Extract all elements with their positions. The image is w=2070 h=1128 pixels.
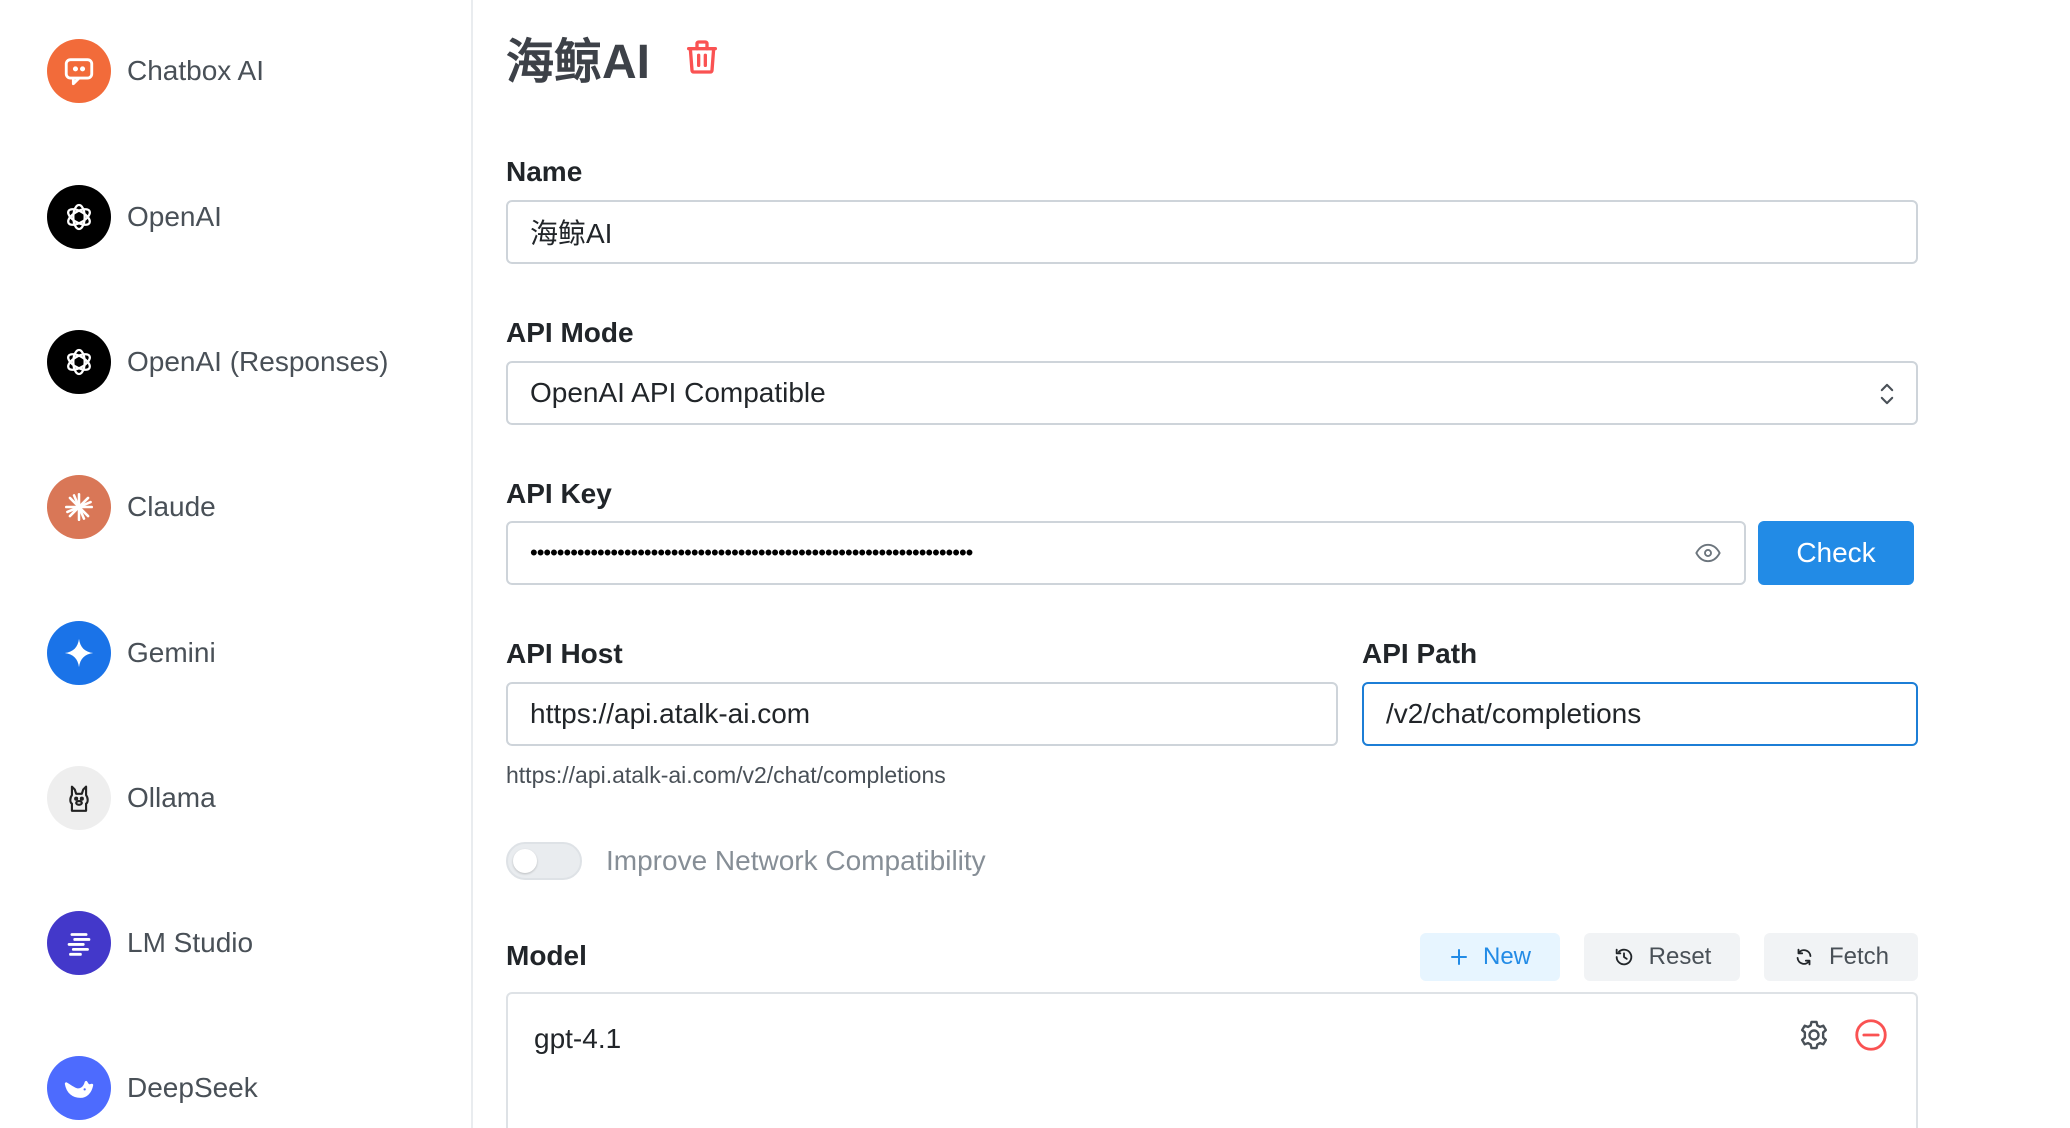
fetch-models-button[interactable]: Fetch <box>1764 933 1918 981</box>
api-path-field[interactable]: /v2/chat/completions <box>1362 682 1918 746</box>
new-model-label: New <box>1482 943 1531 970</box>
trash-icon[interactable] <box>680 33 724 81</box>
provider-label: Chatbox AI <box>127 55 264 86</box>
name-field-value: 海鲸AI <box>530 218 613 249</box>
model-list: gpt-4.1 <box>506 992 1918 1128</box>
provider-label: Gemini <box>127 637 216 668</box>
network-compatibility-row: Improve Network Compatibility <box>506 842 986 880</box>
api-mode-value: OpenAI API Compatible <box>530 377 826 408</box>
provider-item-chatbox-ai[interactable]: Chatbox AI <box>47 38 447 104</box>
name-field[interactable]: 海鲸AI <box>506 200 1918 264</box>
api-host-value: https://api.atalk-ai.com <box>530 698 811 729</box>
eye-icon[interactable] <box>1692 539 1724 574</box>
api-path-value: /v2/chat/completions <box>1386 698 1642 729</box>
check-button[interactable]: Check <box>1758 521 1914 585</box>
provider-label: OpenAI (Responses) <box>127 346 389 377</box>
name-label: Name <box>506 156 583 187</box>
reset-models-label: Reset <box>1648 943 1712 970</box>
gear-icon[interactable] <box>1796 1017 1832 1053</box>
api-mode-select[interactable]: OpenAI API Compatible <box>506 361 1918 425</box>
provider-item-ollama[interactable]: Ollama <box>47 765 447 831</box>
provider-label: OpenAI <box>127 201 222 232</box>
provider-item-lm-studio[interactable]: LM Studio <box>47 910 447 976</box>
plus-icon <box>1449 947 1469 967</box>
fetch-models-label: Fetch <box>1828 943 1890 970</box>
model-name: gpt-4.1 <box>534 1023 622 1054</box>
openai-icon <box>47 330 111 394</box>
full-url-hint: https://api.atalk-ai.com/v2/chat/complet… <box>506 762 946 788</box>
model-actions <box>1796 1016 1890 1054</box>
provider-item-claude[interactable]: Claude <box>47 474 447 540</box>
provider-item-openai-responses[interactable]: OpenAI (Responses) <box>47 329 447 395</box>
chat-bubble-icon <box>47 39 111 103</box>
api-key-value: ••••••••••••••••••••••••••••••••••••••••… <box>530 540 973 565</box>
reset-models-button[interactable]: Reset <box>1584 933 1740 981</box>
model-label: Model <box>506 940 587 971</box>
api-mode-label: API Mode <box>506 317 634 348</box>
provider-label: Ollama <box>127 782 216 813</box>
api-key-field[interactable]: ••••••••••••••••••••••••••••••••••••••••… <box>506 521 1746 585</box>
page-title: 海鲸AI <box>506 36 651 89</box>
title-row: 海鲸AI <box>506 22 724 92</box>
provider-item-deepseek[interactable]: DeepSeek <box>47 1055 447 1121</box>
new-model-button[interactable]: New <box>1420 933 1560 981</box>
api-key-label: API Key <box>506 478 612 509</box>
remove-circle-icon[interactable] <box>1852 1016 1890 1054</box>
provider-item-openai[interactable]: OpenAI <box>47 184 447 250</box>
lmstudio-icon <box>47 911 111 975</box>
provider-sidebar: Chatbox AI OpenAI OpenAI (Responses) Cla… <box>0 0 473 1128</box>
chevron-updown-icon <box>1878 381 1896 414</box>
provider-label: Claude <box>127 491 216 522</box>
api-host-label: API Host <box>506 638 623 669</box>
llama-icon <box>47 766 111 830</box>
network-compatibility-toggle[interactable] <box>506 842 582 880</box>
network-compatibility-label: Improve Network Compatibility <box>606 845 986 876</box>
provider-settings-panel: 海鲸AI Name 海鲸AI API Mode OpenAI API Compa… <box>506 0 1918 1128</box>
api-host-field[interactable]: https://api.atalk-ai.com <box>506 682 1338 746</box>
openai-icon <box>47 185 111 249</box>
reset-history-icon <box>1613 946 1635 968</box>
refresh-icon <box>1793 946 1815 968</box>
toggle-knob <box>513 849 537 873</box>
list-item: gpt-4.1 <box>508 994 1916 1084</box>
whale-icon <box>47 1056 111 1120</box>
claude-spark-icon <box>47 475 111 539</box>
provider-item-gemini[interactable]: Gemini <box>47 620 447 686</box>
provider-label: DeepSeek <box>127 1072 258 1103</box>
api-path-label: API Path <box>1362 638 1478 669</box>
provider-label: LM Studio <box>127 927 254 958</box>
gemini-star-icon <box>47 621 111 685</box>
